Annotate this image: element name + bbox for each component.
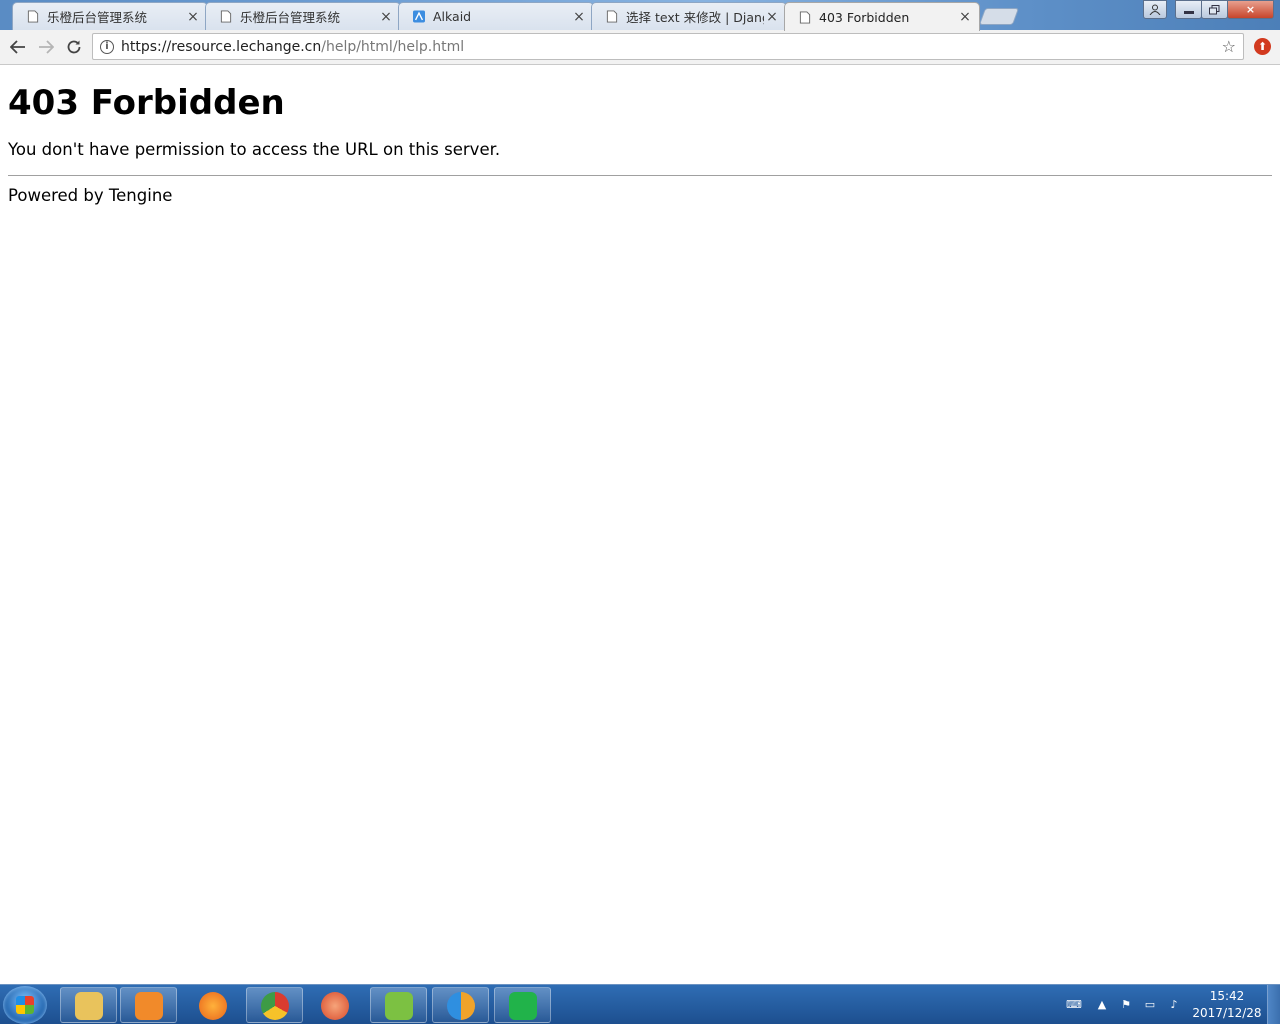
user-profile-button[interactable] xyxy=(1143,0,1167,19)
reload-button[interactable] xyxy=(64,37,84,57)
show-desktop-button[interactable] xyxy=(1267,985,1280,1024)
divider xyxy=(8,175,1272,176)
start-button[interactable] xyxy=(3,986,47,1024)
page-content: 403 Forbidden You don't have permission … xyxy=(8,66,1272,205)
browser-toolbar: i https://resource.lechange.cn/help/html… xyxy=(0,30,1280,65)
tab-strip: 乐橙后台管理系统 × 乐橙后台管理系统 × Alkaid × 选择 text 来… xyxy=(0,0,1280,31)
taskbar-xshell-app[interactable] xyxy=(432,987,489,1023)
back-button[interactable] xyxy=(8,37,28,57)
firefox-icon xyxy=(199,992,227,1020)
page-heading: 403 Forbidden xyxy=(8,83,285,123)
show-hidden-icons-icon[interactable]: ▲ xyxy=(1095,998,1109,1011)
clock-time: 15:42 xyxy=(1209,989,1245,1003)
page-icon xyxy=(27,10,39,23)
taskbar-chrome[interactable] xyxy=(246,987,303,1023)
url-path: /help/html/help.html xyxy=(321,38,465,55)
url-text[interactable]: https://resource.lechange.cn/help/html/h… xyxy=(121,39,464,55)
forward-arrow-icon xyxy=(39,40,54,54)
tab-2[interactable]: 乐橙后台管理系统 × xyxy=(205,2,401,30)
tab-5-active[interactable]: 403 Forbidden × xyxy=(784,2,980,31)
url-host: https://resource.lechange.cn xyxy=(121,38,322,55)
snail-icon xyxy=(321,992,349,1020)
close-window-button[interactable]: × xyxy=(1227,0,1274,19)
tab-close-icon[interactable]: × xyxy=(185,9,201,25)
error-message: You don't have permission to access the … xyxy=(8,140,501,159)
tab-close-icon[interactable]: × xyxy=(764,9,780,25)
close-icon: × xyxy=(1245,3,1256,16)
tab-title: 选择 text 来修改 | Djang xyxy=(626,10,764,25)
page-icon xyxy=(799,10,811,24)
taskbar-file-explorer[interactable] xyxy=(60,987,117,1023)
chrome-icon xyxy=(261,992,289,1020)
forward-button[interactable] xyxy=(36,37,56,57)
taskbar-snail-app[interactable] xyxy=(306,987,363,1023)
bookmark-star-icon[interactable]: ☆ xyxy=(1222,37,1236,56)
address-bar[interactable]: i https://resource.lechange.cn/help/html… xyxy=(92,33,1244,60)
restore-icon xyxy=(1209,4,1220,14)
xshell-icon xyxy=(447,992,475,1020)
tab-title: 乐橙后台管理系统 xyxy=(240,10,341,25)
alkaid-icon xyxy=(413,10,425,23)
minimize-icon xyxy=(1183,11,1194,14)
action-center-flag-icon[interactable]: ⚑ xyxy=(1119,998,1133,1011)
tab-title: 乐橙后台管理系统 xyxy=(47,10,148,25)
minimize-button[interactable] xyxy=(1175,0,1202,19)
user-icon xyxy=(1149,4,1161,15)
server-footer: Powered by Tengine xyxy=(8,186,173,205)
taskbar-media-player[interactable] xyxy=(120,987,177,1023)
s-app-icon xyxy=(509,992,537,1020)
new-tab-button[interactable] xyxy=(978,8,1020,25)
network-icon[interactable]: ▭ xyxy=(1143,998,1157,1011)
keyboard-icon[interactable]: ⌨ xyxy=(1066,998,1082,1011)
tab-close-icon[interactable]: × xyxy=(571,9,587,25)
media-player-icon xyxy=(135,992,163,1020)
tab-4[interactable]: 选择 text 来修改 | Djang × xyxy=(591,2,787,30)
notepad-icon xyxy=(385,992,413,1020)
tab-1[interactable]: 乐橙后台管理系统 × xyxy=(12,2,208,30)
back-arrow-icon xyxy=(10,40,25,54)
taskbar-firefox[interactable] xyxy=(184,987,241,1023)
extension-upload-icon[interactable]: ⬆ xyxy=(1254,38,1271,55)
page-icon xyxy=(606,10,618,23)
restore-button[interactable] xyxy=(1201,0,1228,19)
tab-3[interactable]: Alkaid × xyxy=(398,2,594,30)
file-explorer-icon xyxy=(75,992,103,1020)
windows-logo-icon xyxy=(16,996,34,1014)
taskbar-notepad-plus[interactable] xyxy=(370,987,427,1023)
page-icon xyxy=(220,10,232,23)
clock-date: 2017/12/28 xyxy=(1192,1006,1262,1020)
windows-taskbar: ⌨ ▲ ⚑ ▭ ♪ 15:42 2017/12/28 xyxy=(0,984,1280,1024)
taskbar-s-app[interactable] xyxy=(494,987,551,1023)
info-icon[interactable]: i xyxy=(100,39,114,54)
tab-close-icon[interactable]: × xyxy=(378,9,394,25)
volume-icon[interactable]: ♪ xyxy=(1167,998,1181,1011)
system-clock[interactable]: 15:42 2017/12/28 xyxy=(1189,988,1265,1022)
tab-title: Alkaid xyxy=(433,9,472,24)
tab-close-icon[interactable]: × xyxy=(957,9,973,25)
tab-title: 403 Forbidden xyxy=(819,9,910,25)
reload-icon xyxy=(67,40,81,54)
